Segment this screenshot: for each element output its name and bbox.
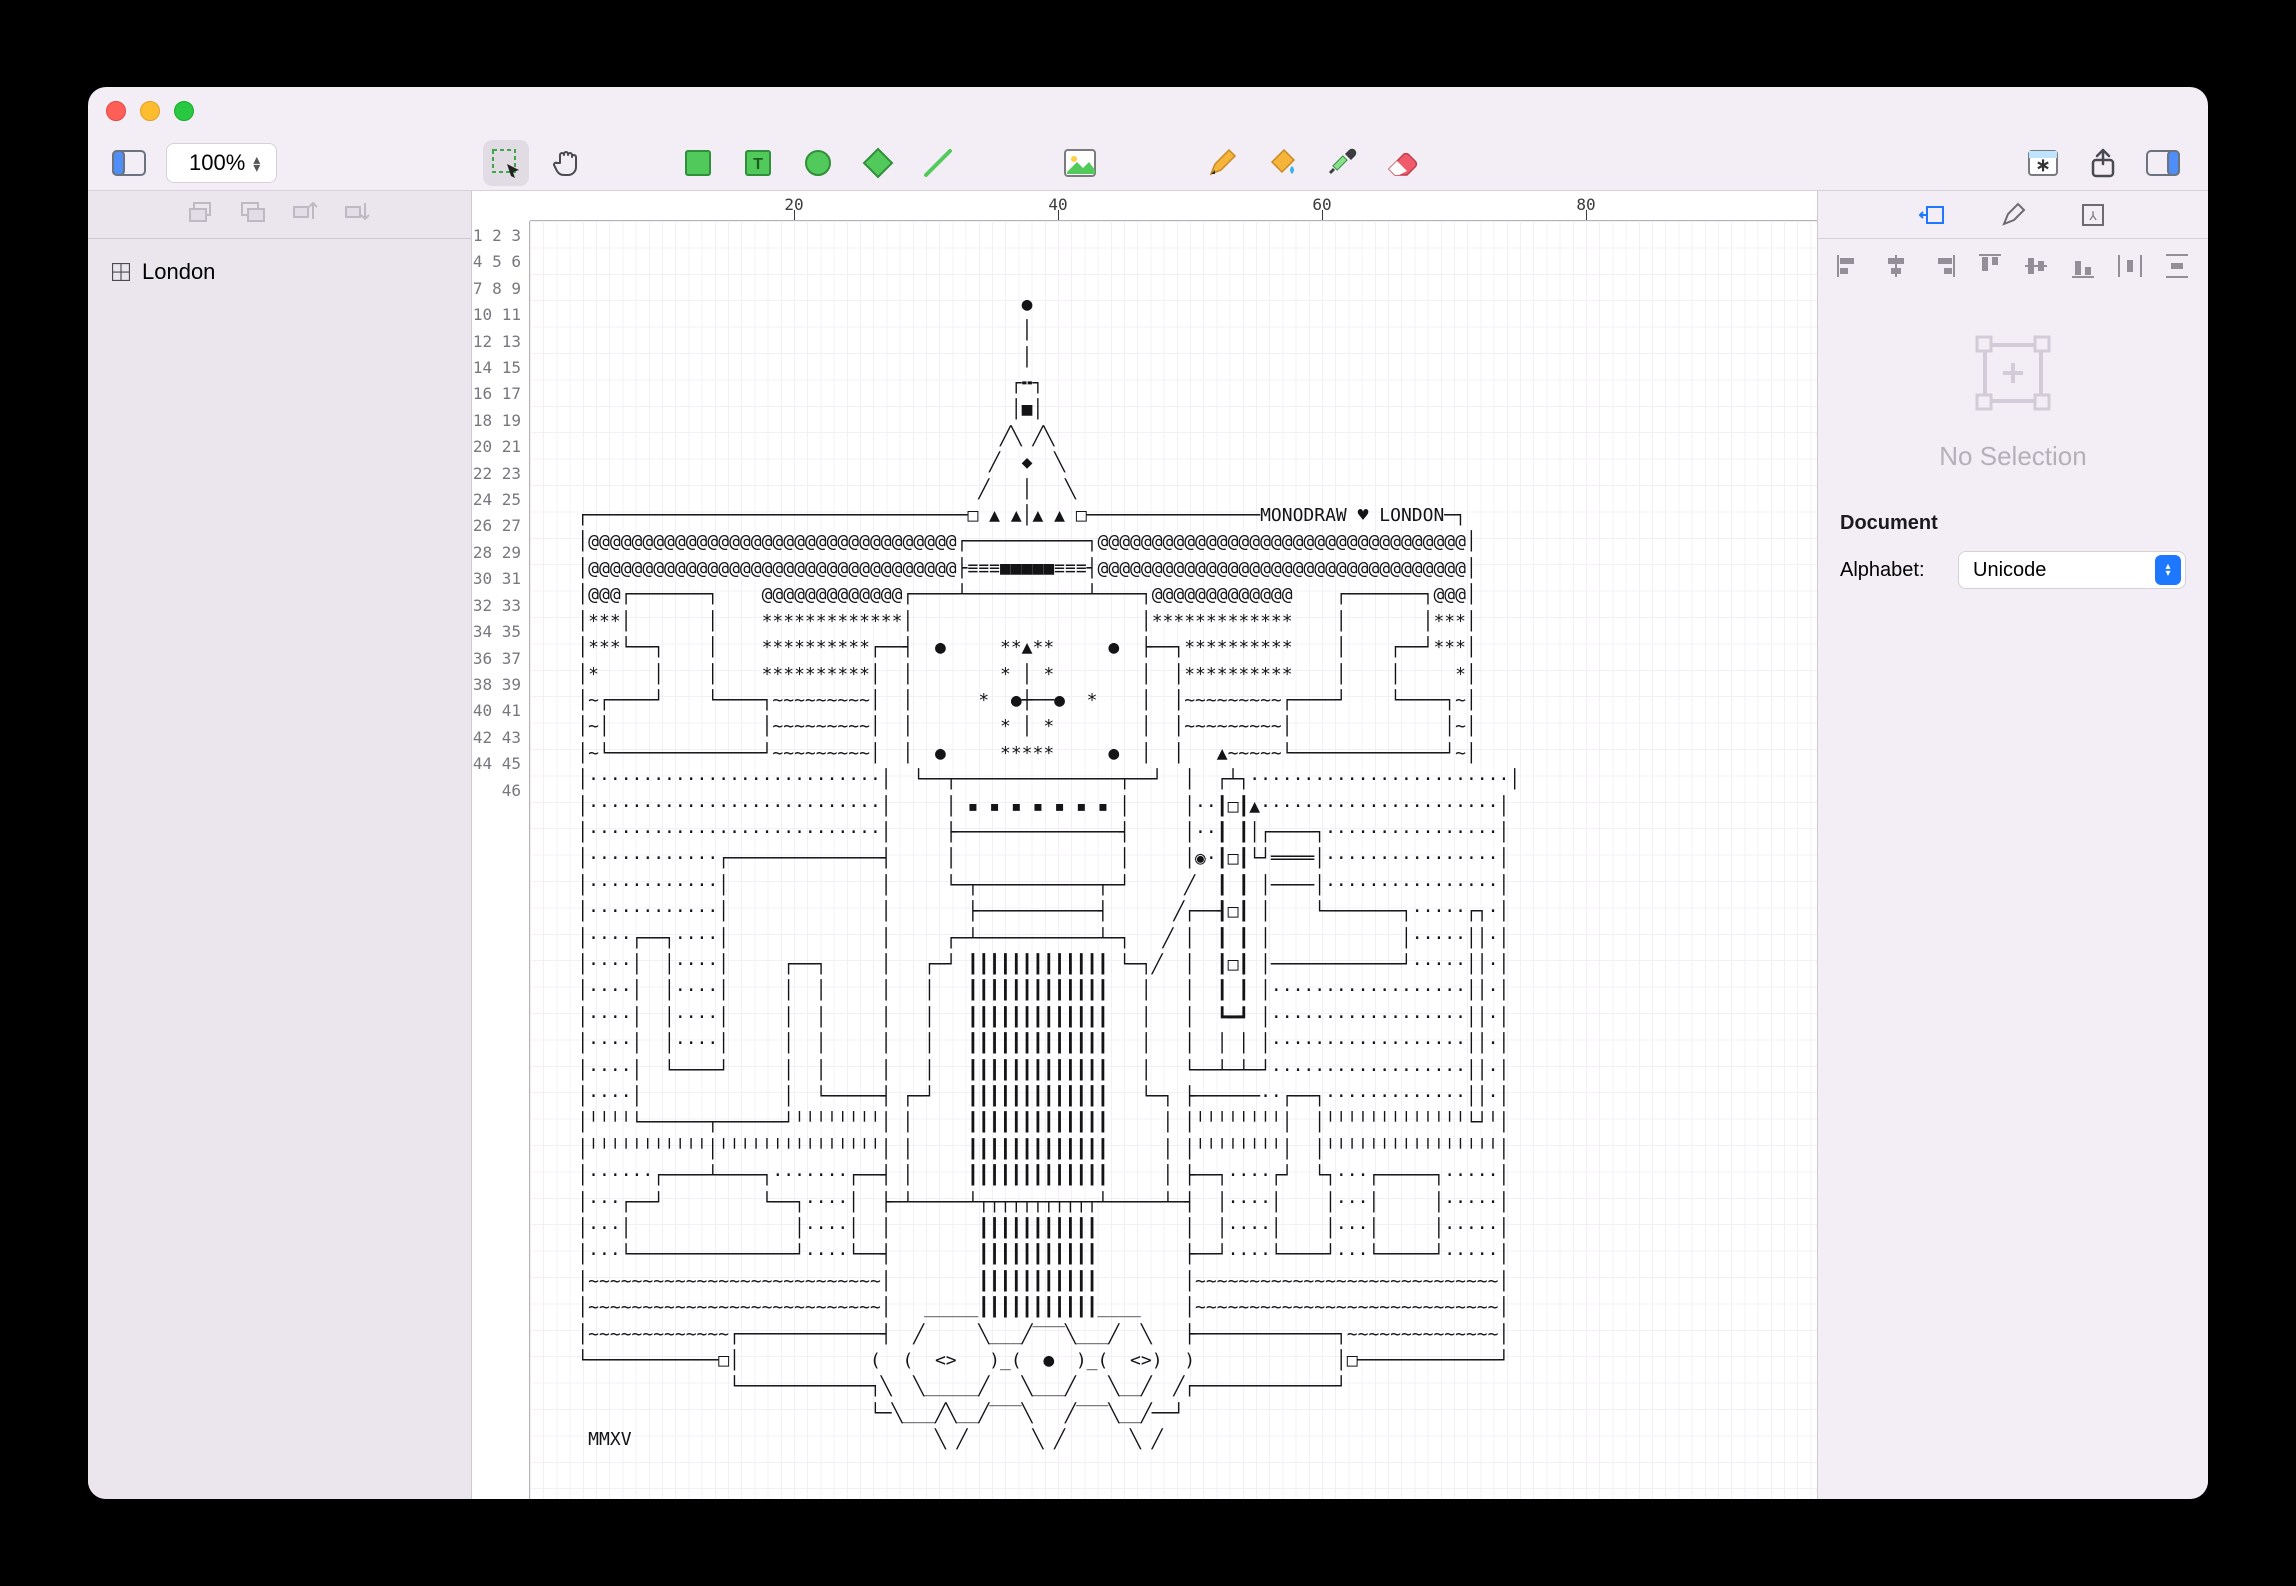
toggle-inspector-button[interactable]: [2140, 140, 2186, 186]
svg-text:⅄: ⅄: [2088, 209, 2097, 223]
alphabet-label: Alphabet:: [1840, 559, 1940, 582]
tab-style[interactable]: [1998, 200, 2028, 230]
ascii-art: ● │ │ ┌╍┐ │■│: [530, 239, 1817, 1454]
tool-group-draw: [1199, 140, 1425, 186]
tab-geometry[interactable]: [1918, 200, 1948, 230]
tool-group-select: [483, 140, 589, 186]
toolbar: 100% ▴▾ T: [88, 135, 2208, 191]
layer-tool-3[interactable]: [293, 201, 319, 228]
chevron-up-down-icon: ▴▾: [2155, 555, 2181, 585]
line-tool[interactable]: [915, 140, 961, 186]
selection-placeholder: No Selection: [1818, 293, 2208, 512]
pan-tool[interactable]: [543, 140, 589, 186]
canvas[interactable]: ● │ │ ┌╍┐ │■│: [530, 221, 1817, 1499]
rectangle-tool[interactable]: [675, 140, 721, 186]
align-right[interactable]: [1927, 253, 1959, 279]
alphabet-value: Unicode: [1973, 559, 2046, 582]
snippet-button[interactable]: ∗: [2020, 140, 2066, 186]
ruler-horizontal: 20406080: [530, 191, 1817, 221]
toggle-sidebar-button[interactable]: [110, 148, 148, 178]
alignment-buttons: [1818, 239, 2208, 293]
titlebar: [88, 87, 2208, 135]
line-gutter: 1 2 3 4 5 6 7 8 9 10 11 12 13 14 15 16 1…: [472, 221, 530, 1499]
alphabet-select[interactable]: Unicode ▴▾: [1958, 551, 2186, 589]
alphabet-row: Alphabet: Unicode ▴▾: [1818, 545, 2208, 595]
diamond-tool[interactable]: [855, 140, 901, 186]
text-tool[interactable]: T: [735, 140, 781, 186]
zoom-value: 100%: [189, 150, 245, 176]
zoom-selector[interactable]: 100% ▴▾: [166, 143, 277, 183]
doc-section-header: Document: [1818, 512, 2208, 545]
distribute-v[interactable]: [2161, 253, 2193, 279]
minimize-window-button[interactable]: [140, 101, 160, 121]
grid-icon: [112, 263, 130, 281]
zoom-window-button[interactable]: [174, 101, 194, 121]
export-button[interactable]: [2080, 140, 2126, 186]
bucket-tool[interactable]: [1259, 140, 1305, 186]
no-selection-icon: [1963, 323, 2063, 423]
eyedropper-tool[interactable]: [1319, 140, 1365, 186]
layer-name: London: [142, 259, 215, 285]
layers-panel: London: [88, 191, 472, 1499]
align-top[interactable]: [1974, 253, 2006, 279]
tab-snap[interactable]: ⅄: [2078, 200, 2108, 230]
svg-text:∗: ∗: [2035, 155, 2050, 175]
layer-tool-2[interactable]: [241, 202, 267, 227]
svg-text:T: T: [753, 156, 763, 173]
app-window: 100% ▴▾ T: [88, 87, 2208, 1499]
align-hcenter[interactable]: [1880, 253, 1912, 279]
eraser-tool[interactable]: [1379, 140, 1425, 186]
canvas-area: 20406080 1 2 3 4 5 6 7 8 9 10 11 12 13 1…: [472, 191, 1818, 1499]
close-window-button[interactable]: [106, 101, 126, 121]
layer-tool-1[interactable]: [189, 202, 215, 227]
align-left[interactable]: [1833, 253, 1865, 279]
window-controls: [106, 101, 194, 121]
pencil-tool[interactable]: [1199, 140, 1245, 186]
layers-toolbar: [88, 191, 471, 239]
ellipse-tool[interactable]: [795, 140, 841, 186]
tool-group-shapes: T: [675, 140, 961, 186]
layer-tool-4[interactable]: [345, 201, 371, 228]
distribute-h[interactable]: [2114, 253, 2146, 279]
image-tool[interactable]: [1057, 140, 1103, 186]
no-selection-label: No Selection: [1939, 441, 2086, 472]
inspector-tabs: ⅄: [1818, 191, 2208, 239]
align-vcenter[interactable]: [2020, 253, 2052, 279]
layer-item[interactable]: London: [108, 253, 451, 291]
layer-list: London: [88, 239, 471, 305]
align-bottom[interactable]: [2067, 253, 2099, 279]
chevron-up-down-icon: ▴▾: [253, 155, 260, 171]
select-tool[interactable]: [483, 140, 529, 186]
inspector-panel: ⅄: [1818, 191, 2208, 1499]
tool-group-right: ∗: [2020, 140, 2186, 186]
